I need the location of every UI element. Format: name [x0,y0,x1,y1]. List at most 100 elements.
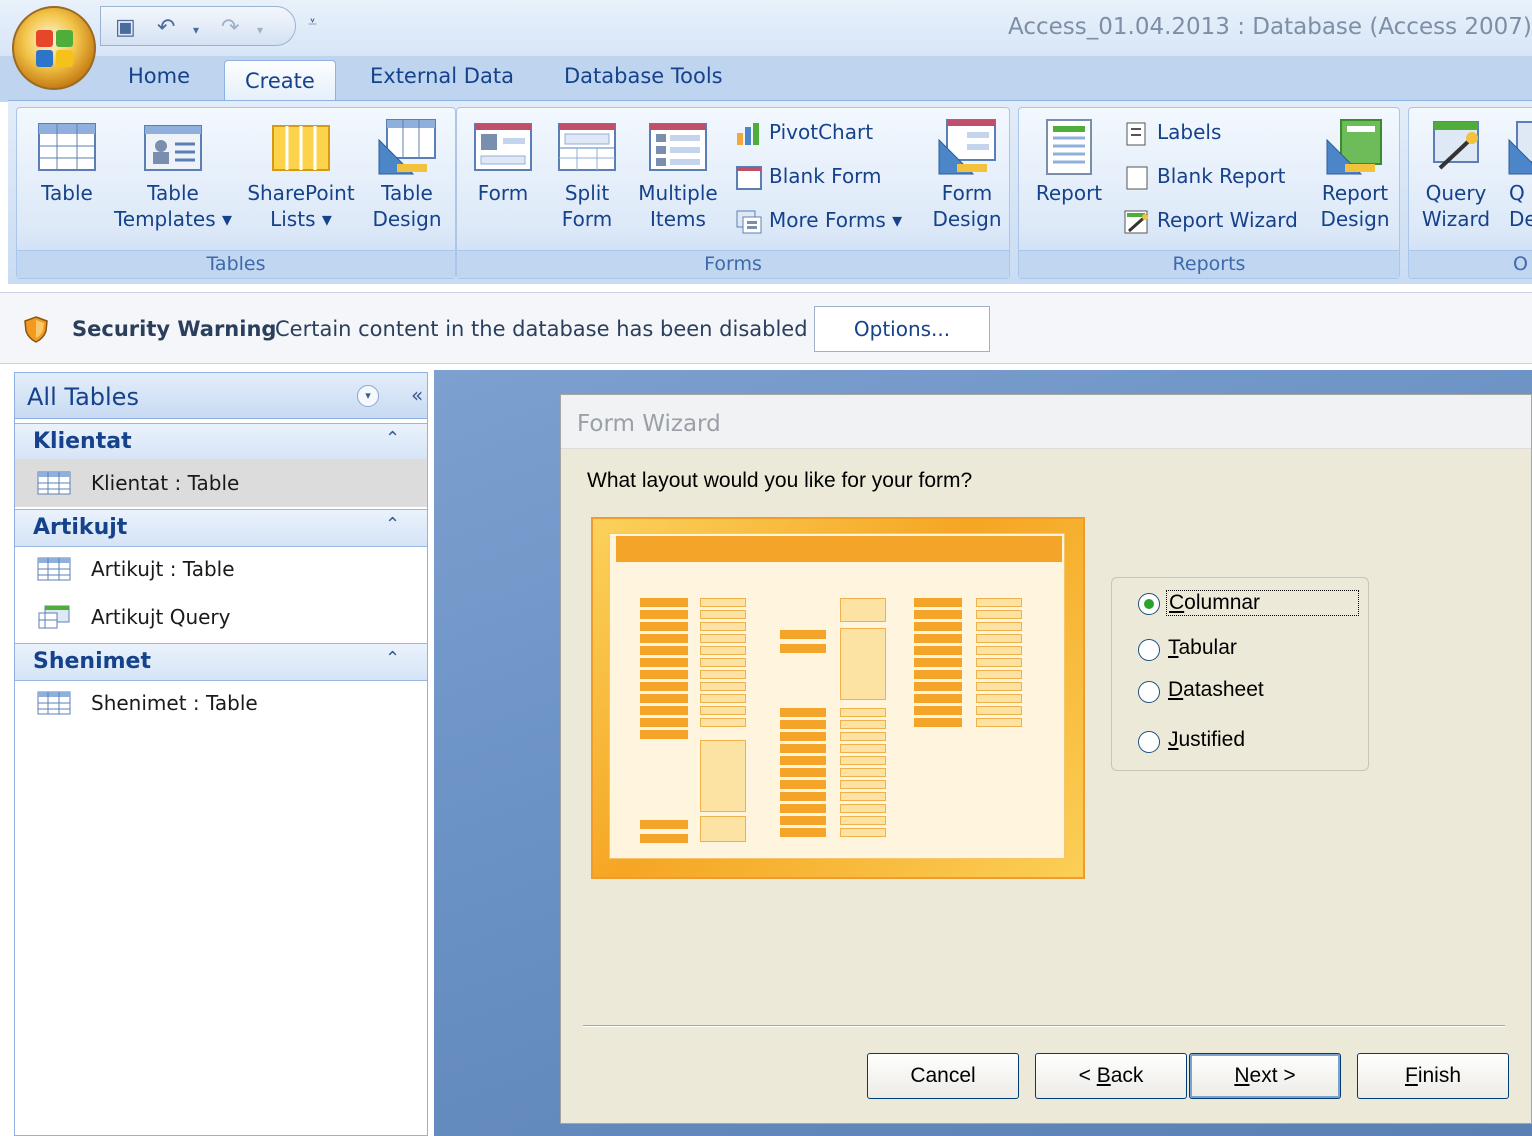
radio-button[interactable] [1138,639,1160,661]
blank-form-button[interactable]: Blank Form [735,164,882,191]
more-forms-button[interactable]: More Forms ▾ [735,208,902,235]
radio-button[interactable] [1138,681,1160,703]
cancel-button[interactable]: Cancel [867,1053,1019,1099]
preview-field-mark [700,622,746,631]
collapse-pane-icon[interactable]: « [411,383,423,407]
chevron-down-icon[interactable]: ▾ [357,385,379,407]
preview-memo-mark [700,816,746,842]
tables-group-label: Tables [17,250,455,278]
preview-label-mark [640,730,688,739]
customize-qat-icon[interactable]: ⩡ [308,12,317,32]
undo-icon[interactable]: ↶ [157,15,175,40]
blank-report-button[interactable]: Blank Report [1123,164,1285,191]
chevron-up-icon[interactable]: ⌃ [385,514,400,535]
title-bar: ▣ ↶ ▾ ↷ ▾ ⩡ Access_01.04.2013 : Database… [0,0,1532,60]
preview-field-mark [700,658,746,667]
tab-database-tools[interactable]: Database Tools [564,64,723,88]
pivotchart-button[interactable]: PivotChart [735,120,873,147]
finish-button[interactable]: Finish [1357,1053,1509,1099]
layout-question: What layout would you like for your form… [587,469,973,492]
redo-dropdown-icon[interactable]: ▾ [257,23,263,37]
table-templates-icon [143,118,203,176]
more-forms-icon [735,209,763,235]
nav-item-klientat-table[interactable]: Klientat : Table [15,459,427,507]
office-logo-icon [36,30,74,68]
preview-memo-mark [840,598,886,622]
preview-label-mark [640,658,688,667]
form-icon [473,118,533,176]
undo-dropdown-icon[interactable]: ▾ [193,23,199,37]
radio-button[interactable] [1138,593,1160,615]
preview-label-mark [780,804,826,813]
blank-report-icon [1123,165,1151,191]
tab-home[interactable]: Home [128,64,190,88]
security-warning-bar: Security Warning Certain content in the … [0,292,1532,364]
chevron-up-icon[interactable]: ⌃ [385,428,400,449]
nav-group-shenimet[interactable]: Shenimet ⌃ [15,643,427,681]
preview-field-mark [976,658,1022,667]
chevron-up-icon[interactable]: ⌃ [385,648,400,669]
forms-group-label: Forms [457,250,1009,278]
table-icon [37,471,71,495]
preview-label-mark [914,706,962,715]
preview-label-mark [914,610,962,619]
preview-memo-mark [700,740,746,812]
sharepoint-lists-button[interactable]: SharePoint Lists ▾ [241,118,361,232]
security-options-button[interactable]: Options... [814,306,990,352]
save-icon[interactable]: ▣ [115,15,136,40]
nav-pane-header[interactable]: All Tables ▾ « [15,373,427,419]
form-design-icon [937,118,997,176]
preview-label-mark [914,646,962,655]
preview-label-mark [780,732,826,741]
labels-button[interactable]: Labels [1123,120,1221,147]
tab-external-data[interactable]: External Data [370,64,514,88]
next-button[interactable]: Next > [1189,1053,1341,1099]
preview-label-mark [640,610,688,619]
preview-label-mark [914,598,962,607]
back-button[interactable]: < Back [1035,1053,1187,1099]
table-design-button[interactable]: Table Design [365,118,449,232]
nav-group-artikujt[interactable]: Artikujt ⌃ [15,509,427,547]
split-form-button[interactable]: Split Form [549,118,625,232]
form-design-button[interactable]: Form Design [927,118,1007,232]
layout-options-group: Columnar Tabular Datasheet Justified [1111,577,1369,771]
query-design-icon [1507,118,1532,176]
forms-group: Form Split Form Multiple Items PivotChar… [456,107,1010,279]
preview-field-mark [976,718,1022,727]
report-design-button[interactable]: Report Design [1313,118,1397,232]
preview-label-mark [640,622,688,631]
table-button[interactable]: Table [31,118,103,206]
form-button[interactable]: Form [467,118,539,206]
security-warning-title: Security Warning [72,317,277,341]
preview-field-mark [840,768,886,777]
nav-item-artikujt-query[interactable]: Artikujt Query [15,593,427,641]
sharepoint-lists-icon [271,118,331,176]
preview-field-mark [700,682,746,691]
preview-field-mark [976,622,1022,631]
nav-pane-title: All Tables [27,383,139,411]
report-wizard-icon [1123,209,1151,235]
report-wizard-button[interactable]: Report Wizard [1123,208,1298,235]
labels-icon [1123,121,1151,147]
preview-label-mark [780,768,826,777]
multiple-items-button[interactable]: Multiple Items [631,118,725,232]
office-button[interactable] [12,6,96,90]
nav-item-artikujt-table[interactable]: Artikujt : Table [15,545,427,593]
query-wizard-button[interactable]: Query Wizard [1413,118,1499,232]
table-icon [37,118,97,176]
tab-create[interactable]: Create [224,60,336,104]
nav-group-klientat[interactable]: Klientat ⌃ [15,423,427,461]
preview-label-mark [914,658,962,667]
preview-field-mark [700,610,746,619]
report-button[interactable]: Report [1027,118,1111,206]
query-design-button[interactable]: Q De [1501,118,1532,232]
preview-field-mark [700,694,746,703]
preview-field-mark [840,804,886,813]
preview-label-mark [640,682,688,691]
radio-button[interactable] [1138,731,1160,753]
redo-icon[interactable]: ↷ [221,15,239,40]
table-templates-button[interactable]: Table Templates ▾ [113,118,233,232]
dialog-titlebar[interactable]: Form Wizard [561,395,1531,449]
nav-item-shenimet-table[interactable]: Shenimet : Table [15,679,427,727]
preview-label-mark [780,744,826,753]
